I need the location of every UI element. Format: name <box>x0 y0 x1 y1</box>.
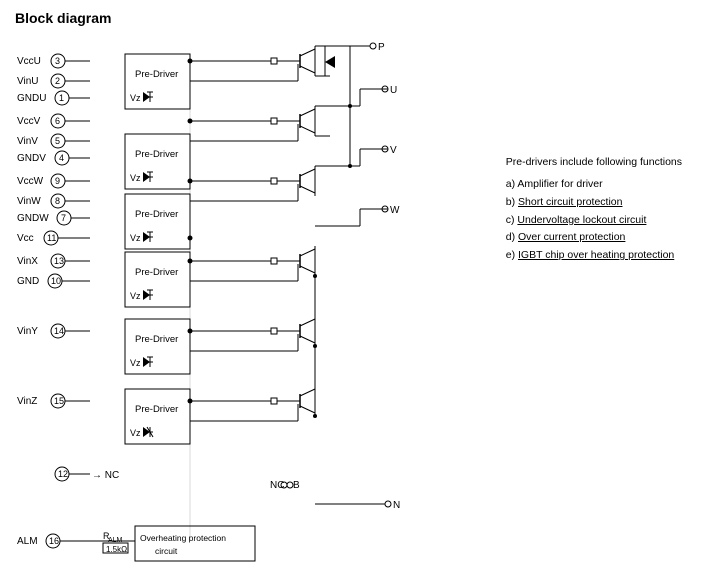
svg-text:VinX: VinX <box>17 256 38 267</box>
legend-intro: Pre-drivers include following functions <box>506 154 682 172</box>
legend-item-d-text: Over current protection <box>518 231 625 243</box>
block-diagram-svg: VccU 3 VinU 2 GNDU 1 VccV 6 VinV 5 <box>15 34 475 579</box>
svg-text:Vz: Vz <box>130 233 141 243</box>
svg-text:Overheating protection: Overheating protection <box>140 533 226 543</box>
page-container: Block diagram VccU 3 VinU 2 <box>0 0 702 588</box>
svg-text:N: N <box>393 500 400 511</box>
svg-text:circuit: circuit <box>155 546 178 556</box>
svg-text:VinV: VinV <box>17 136 38 147</box>
svg-text:Vz: Vz <box>130 173 141 183</box>
svg-text:NC: NC <box>270 480 284 491</box>
legend-item-d: d) Over current protection <box>506 229 682 247</box>
legend-item-c: c) Undervoltage lockout circuit <box>506 212 682 230</box>
svg-text:11: 11 <box>47 233 56 243</box>
svg-text:Pre-Driver: Pre-Driver <box>135 209 178 220</box>
svg-text:V: V <box>390 145 397 156</box>
svg-text:13: 13 <box>54 256 64 266</box>
svg-text:16: 16 <box>49 536 59 546</box>
svg-text:4: 4 <box>59 153 64 163</box>
svg-text:2: 2 <box>55 76 60 86</box>
svg-text:VccU: VccU <box>17 56 41 67</box>
svg-text:Vcc: Vcc <box>17 233 34 244</box>
svg-text:6: 6 <box>55 116 60 126</box>
legend-item-b: b) Short circuit protection <box>506 194 682 212</box>
svg-text:Vz: Vz <box>130 291 141 301</box>
svg-text:3: 3 <box>55 56 60 66</box>
svg-text:14: 14 <box>54 326 64 336</box>
svg-text:B: B <box>293 480 300 491</box>
svg-text:10: 10 <box>51 276 61 286</box>
svg-text:1: 1 <box>59 93 64 103</box>
svg-text:VinZ: VinZ <box>17 396 37 407</box>
svg-text:GNDW: GNDW <box>17 213 49 224</box>
svg-text:Vz: Vz <box>130 358 141 368</box>
svg-text:VinU: VinU <box>17 76 39 87</box>
svg-text:1.5kΩ: 1.5kΩ <box>106 545 127 554</box>
svg-text:Vz: Vz <box>130 93 141 103</box>
legend-item-e: e) IGBT chip over heating protection <box>506 247 682 265</box>
svg-text:Pre-Driver: Pre-Driver <box>135 334 178 345</box>
svg-text:12: 12 <box>58 469 68 479</box>
svg-text:VinW: VinW <box>17 196 41 207</box>
svg-text:9: 9 <box>55 176 60 186</box>
svg-text:7: 7 <box>61 213 66 223</box>
legend-item-b-text: Short circuit protection <box>518 196 622 208</box>
svg-text:GNDU: GNDU <box>17 93 46 104</box>
svg-text:U: U <box>390 85 397 96</box>
svg-text:GND: GND <box>17 276 39 287</box>
svg-text:W: W <box>390 205 400 216</box>
svg-text:Pre-Driver: Pre-Driver <box>135 404 178 415</box>
svg-text:P: P <box>378 42 385 53</box>
page-title: Block diagram <box>15 10 687 26</box>
legend-item-e-text: IGBT chip over heating protection <box>518 249 674 261</box>
legend-item-a: a) Amplifier for driver <box>506 176 682 194</box>
diagram-area: VccU 3 VinU 2 GNDU 1 VccV 6 VinV 5 <box>15 34 687 574</box>
svg-text:VinY: VinY <box>17 326 38 337</box>
svg-text:→ NC: → NC <box>92 470 119 481</box>
svg-text:ALM: ALM <box>17 536 38 547</box>
legend-area: Pre-drivers include following functions … <box>506 154 682 265</box>
svg-text:VccV: VccV <box>17 116 41 127</box>
svg-text:Pre-Driver: Pre-Driver <box>135 149 178 160</box>
svg-text:8: 8 <box>55 196 60 206</box>
svg-text:Vz: Vz <box>130 428 141 438</box>
svg-text:Pre-Driver: Pre-Driver <box>135 267 178 278</box>
svg-text:VccW: VccW <box>17 176 44 187</box>
legend-item-c-text: Undervoltage lockout circuit <box>517 214 646 226</box>
svg-text:15: 15 <box>54 396 64 406</box>
svg-text:5: 5 <box>55 136 60 146</box>
svg-text:GNDV: GNDV <box>17 153 46 164</box>
svg-text:Pre-Driver: Pre-Driver <box>135 69 178 80</box>
